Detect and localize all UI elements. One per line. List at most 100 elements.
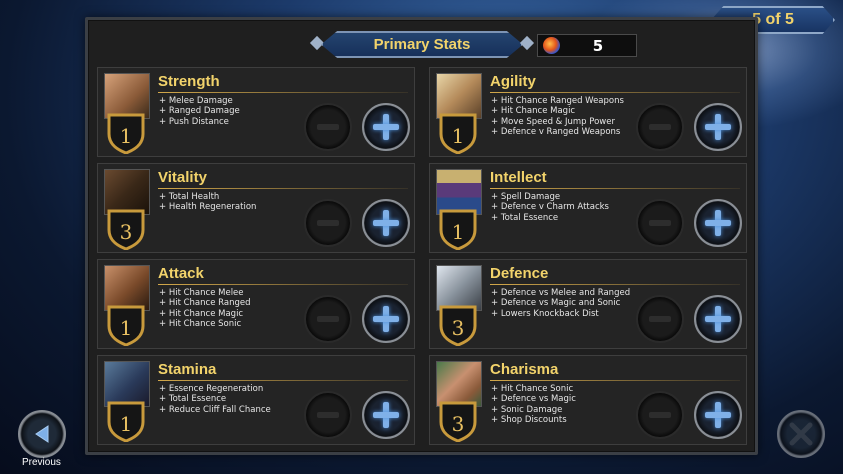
close-icon	[789, 422, 813, 446]
stat-name: Agility	[490, 73, 536, 90]
increase-attack-button[interactable]	[362, 295, 410, 343]
stat-name: Vitality	[158, 169, 207, 186]
plus-icon	[705, 114, 731, 140]
previous-button[interactable]	[18, 410, 66, 458]
effect-item: + Hit Chance Melee	[159, 288, 244, 298]
effect-item: + Defence vs Magic	[491, 394, 576, 405]
effect-item: + Defence v Charm Attacks	[491, 202, 609, 213]
close-button[interactable]	[777, 410, 825, 458]
level-value: 1	[120, 316, 133, 340]
divider	[490, 188, 740, 189]
increase-charisma-button[interactable]	[694, 391, 742, 439]
effect-item: + Shop Discounts	[491, 415, 567, 426]
decrease-intellect-button[interactable]	[636, 199, 684, 247]
effect-item: + Defence v Ranged Weapons	[491, 127, 621, 138]
minus-icon	[317, 316, 339, 322]
divider	[158, 380, 408, 381]
minus-icon	[649, 412, 671, 418]
stat-card-strength: 1 Strength + Melee Damage + Ranged Damag…	[97, 67, 415, 157]
increase-defence-button[interactable]	[694, 295, 742, 343]
effect-item: + Reduce Cliff Fall Chance	[159, 404, 271, 415]
stat-card-vitality: 3 Vitality + Total Health + Health Regen…	[97, 163, 415, 253]
effect-item: + Health Regeneration	[159, 202, 257, 213]
stat-card-charisma: 3 Charisma + Hit Chance Sonic + Defence …	[429, 355, 747, 445]
stat-name: Stamina	[158, 361, 217, 378]
effect-item: + Spell Damage	[491, 192, 561, 202]
effect-item: + Hit Chance Ranged Weapons	[491, 96, 624, 106]
effect-item: + Move Speed & Jump Power	[491, 116, 615, 127]
divider	[490, 380, 740, 381]
plus-icon	[705, 402, 731, 428]
decrease-attack-button[interactable]	[304, 295, 352, 343]
effect-item: + Hit Chance Ranged	[159, 298, 251, 309]
divider	[490, 92, 740, 93]
effects-list: + Melee Damage + Ranged Damage + Push Di…	[159, 96, 240, 127]
increase-stamina-button[interactable]	[362, 391, 410, 439]
divider	[158, 284, 408, 285]
decrease-charisma-button[interactable]	[636, 391, 684, 439]
effect-item: + Hit Chance Magic	[491, 106, 576, 117]
effect-item: + Defence vs Melee and Ranged	[491, 288, 631, 298]
level-shield-icon: 1	[438, 112, 478, 155]
effect-item: + Push Distance	[159, 116, 229, 127]
level-shield-icon: 3	[438, 400, 478, 443]
effects-list: + Essence Regeneration + Total Essence +…	[159, 384, 271, 415]
level-value: 1	[452, 124, 465, 148]
effects-list: + Total Health + Health Regeneration	[159, 192, 256, 213]
effects-list: + Hit Chance Ranged Weapons + Hit Chance…	[491, 96, 624, 138]
effect-item: + Hit Chance Sonic	[491, 384, 574, 394]
effect-item: + Essence Regeneration	[159, 384, 264, 394]
increase-strength-button[interactable]	[362, 103, 410, 151]
decrease-stamina-button[interactable]	[304, 391, 352, 439]
level-shield-icon: 3	[438, 304, 478, 347]
level-shield-icon: 3	[106, 208, 146, 251]
stat-card-agility: 1 Agility + Hit Chance Ranged Weapons + …	[429, 67, 747, 157]
decrease-vitality-button[interactable]	[304, 199, 352, 247]
previous-label: Previous	[22, 457, 61, 468]
divider	[158, 92, 408, 93]
increase-agility-button[interactable]	[694, 103, 742, 151]
stat-card-stamina: 1 Stamina + Essence Regeneration + Total…	[97, 355, 415, 445]
essence-orb-icon	[543, 37, 560, 54]
stat-card-attack: 1 Attack + Hit Chance Melee + Hit Chance…	[97, 259, 415, 349]
effects-list: + Defence vs Melee and Ranged + Defence …	[491, 288, 630, 319]
effect-item: + Hit Chance Sonic	[159, 319, 242, 330]
effects-list: + Spell Damage + Defence v Charm Attacks…	[491, 192, 609, 223]
increase-intellect-button[interactable]	[694, 199, 742, 247]
effect-item: + Hit Chance Magic	[159, 308, 244, 319]
minus-icon	[317, 124, 339, 130]
effect-item: + Melee Damage	[159, 96, 233, 106]
effect-item: + Lowers Knockback Dist	[491, 308, 599, 319]
level-value: 3	[120, 220, 133, 244]
level-shield-icon: 1	[106, 112, 146, 155]
plus-icon	[373, 306, 399, 332]
plus-icon	[705, 306, 731, 332]
stat-name: Defence	[490, 265, 549, 282]
effect-item: + Defence vs Magic and Sonic	[491, 298, 621, 309]
stat-name: Charisma	[490, 361, 559, 378]
minus-icon	[317, 220, 339, 226]
decrease-strength-button[interactable]	[304, 103, 352, 151]
level-value: 1	[120, 412, 133, 436]
minus-icon	[317, 412, 339, 418]
arrow-left-icon	[35, 425, 49, 443]
points-available: 5	[537, 34, 637, 57]
level-shield-icon: 1	[438, 208, 478, 251]
page-indicator-text: 5 of 5	[752, 11, 794, 28]
level-shield-icon: 1	[106, 400, 146, 443]
stat-name: Strength	[158, 73, 220, 90]
plus-icon	[705, 210, 731, 236]
effect-item: + Total Health	[159, 192, 220, 202]
effects-list: + Hit Chance Melee + Hit Chance Ranged +…	[159, 288, 250, 330]
effect-item: + Ranged Damage	[159, 106, 240, 117]
increase-vitality-button[interactable]	[362, 199, 410, 247]
effect-item: + Total Essence	[491, 212, 559, 223]
title-banner: Primary Stats	[321, 31, 523, 58]
decrease-agility-button[interactable]	[636, 103, 684, 151]
decrease-defence-button[interactable]	[636, 295, 684, 343]
divider	[158, 188, 408, 189]
minus-icon	[649, 220, 671, 226]
level-shield-icon: 1	[106, 304, 146, 347]
stat-card-intellect: 1 Intellect + Spell Damage + Defence v C…	[429, 163, 747, 253]
effects-list: + Hit Chance Sonic + Defence vs Magic + …	[491, 384, 576, 426]
